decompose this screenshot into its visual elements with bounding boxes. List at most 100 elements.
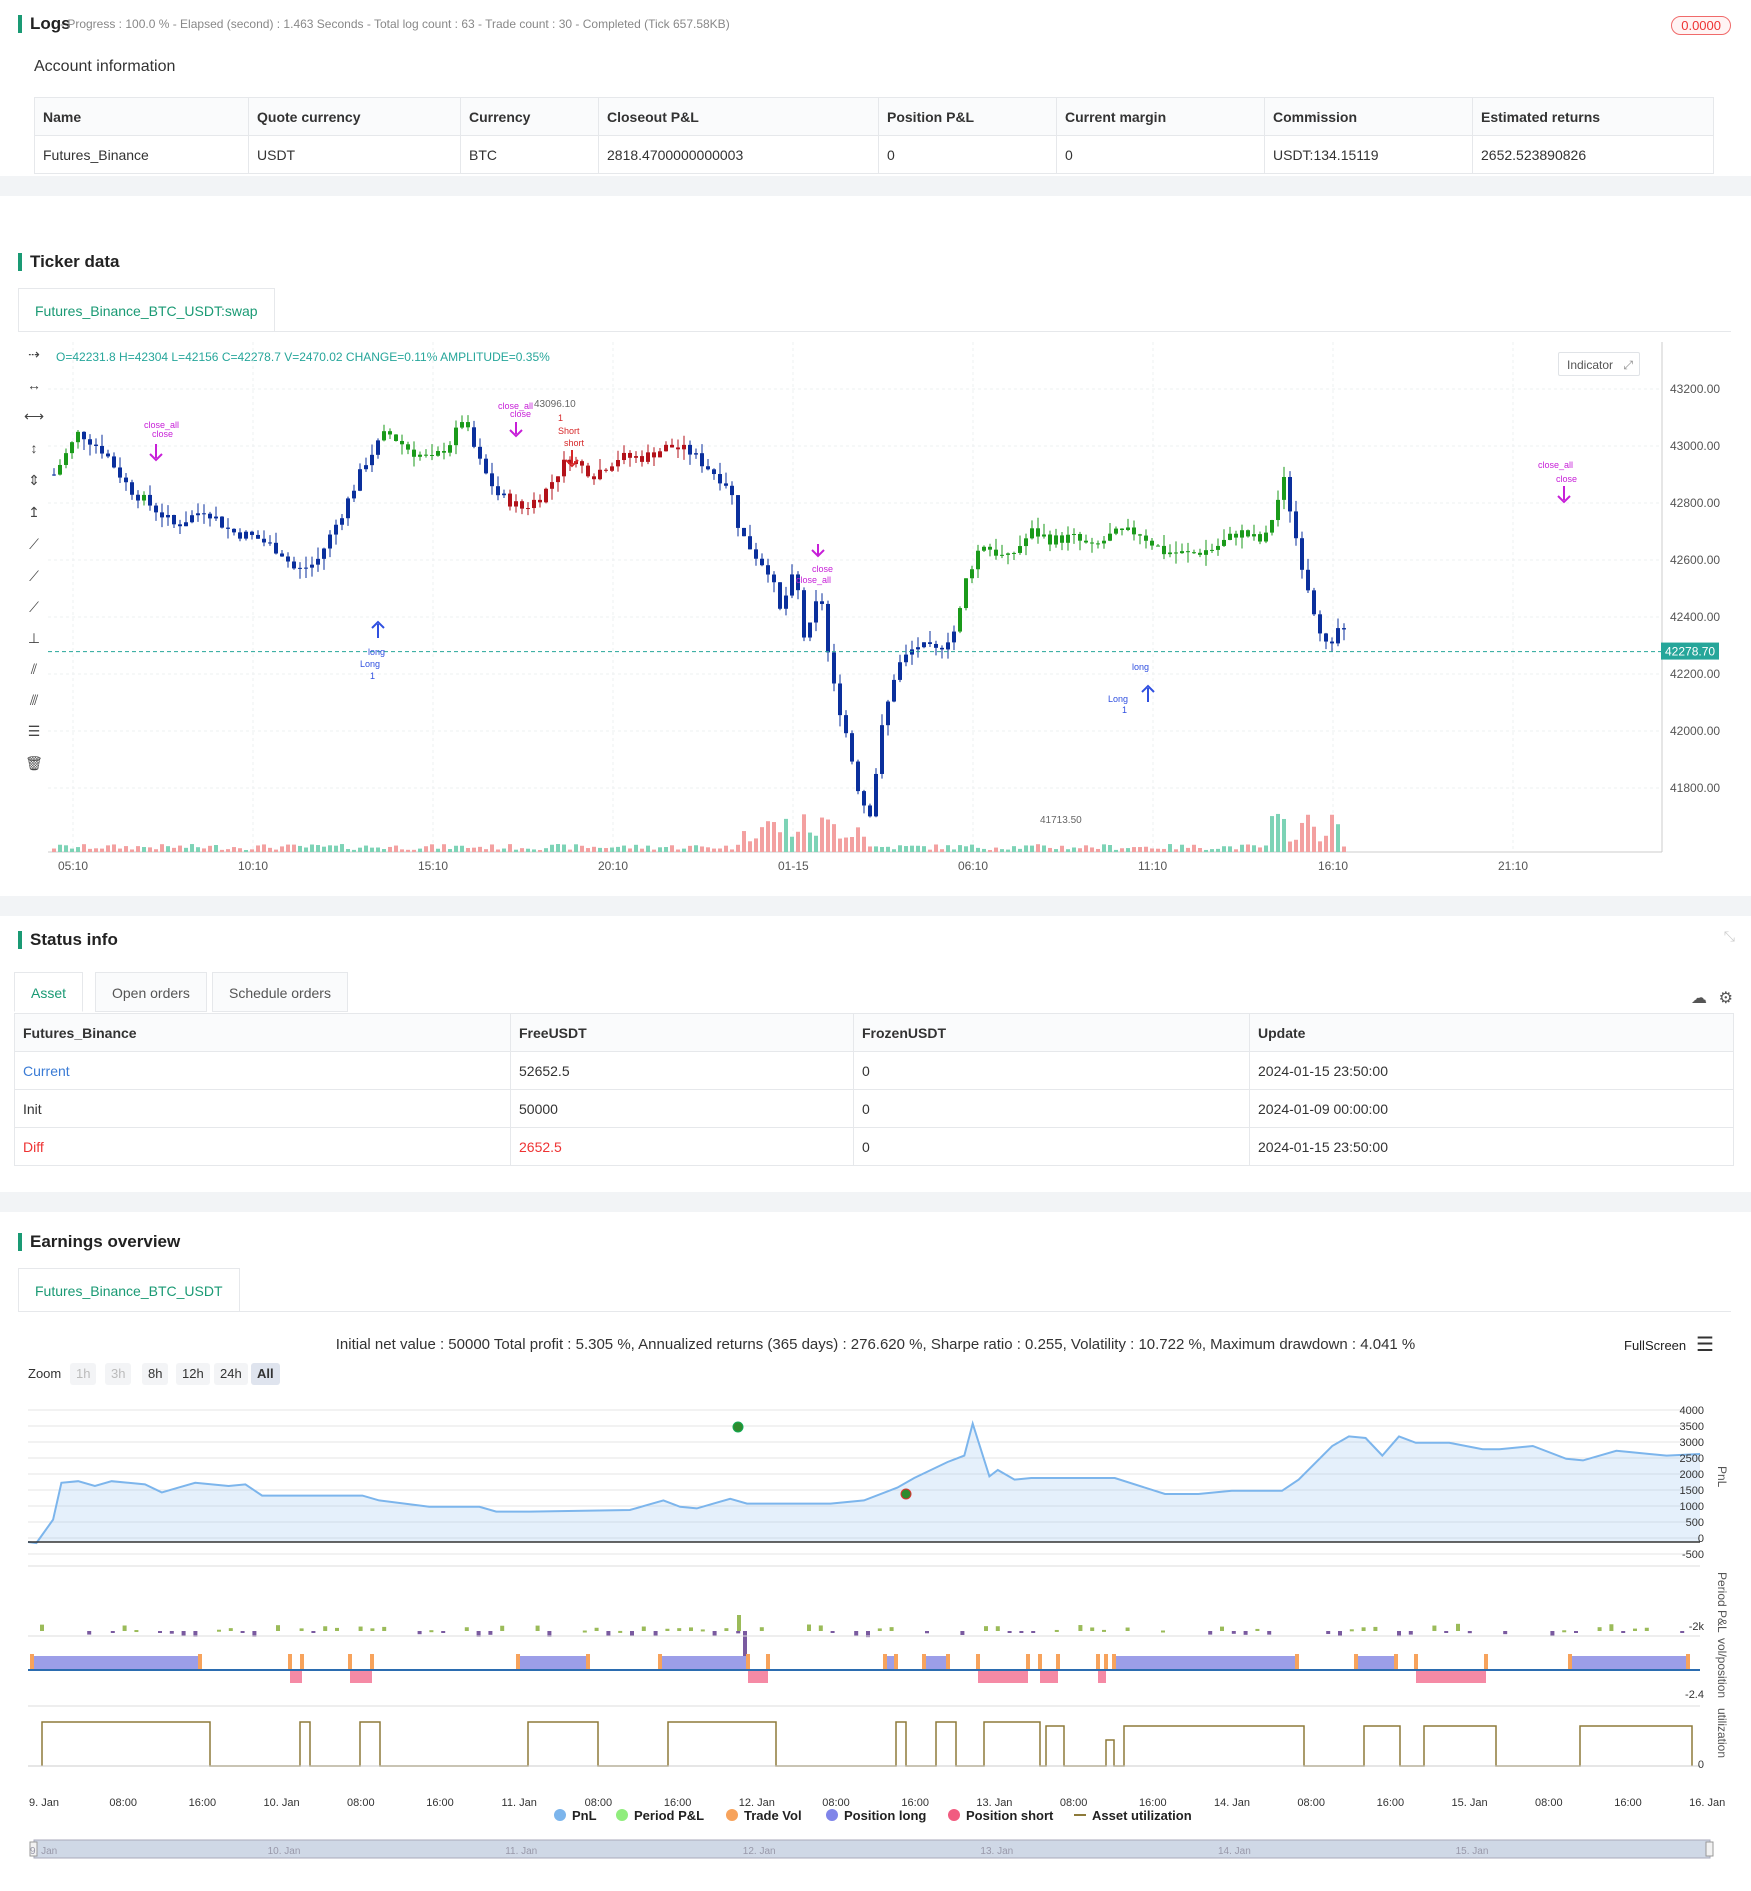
volume-bar bbox=[916, 845, 920, 852]
volume-bar bbox=[562, 844, 566, 852]
zoom-3h-button[interactable]: 3h bbox=[105, 1363, 132, 1385]
parallel-channel-icon[interactable]: ⫽ bbox=[22, 657, 46, 681]
tab-open-orders[interactable]: Open orders bbox=[95, 972, 207, 1012]
earnings-chart[interactable]: 4000 3500 3000 2500 2000 1500 1000 500 0… bbox=[0, 1396, 1751, 1866]
fib-retracement-icon[interactable]: ☰ bbox=[22, 719, 46, 743]
price-tick: 42600.00 bbox=[1670, 553, 1720, 567]
row-label-diff: Diff bbox=[14, 1127, 511, 1166]
candle-body bbox=[1300, 538, 1304, 570]
volume-bar bbox=[406, 849, 410, 852]
tab-earnings-symbol[interactable]: Futures_Binance_BTC_USDT bbox=[18, 1268, 240, 1312]
row-label-init: Init bbox=[14, 1089, 511, 1128]
period-bar bbox=[582, 1630, 587, 1633]
zoom-12h-button[interactable]: 12h bbox=[176, 1363, 210, 1385]
period-bar bbox=[1432, 1625, 1437, 1631]
tab-schedule-orders[interactable]: Schedule orders bbox=[212, 972, 348, 1012]
candle-body bbox=[892, 679, 896, 702]
price-tick: 41800.00 bbox=[1670, 781, 1720, 795]
download-icon[interactable]: ☁ bbox=[1691, 988, 1707, 1008]
legend-period-pnl[interactable]: Period P&L bbox=[616, 1808, 704, 1823]
period-bar bbox=[1467, 1631, 1472, 1634]
horizontal-ray-icon[interactable]: ⇢ bbox=[22, 342, 46, 366]
period-bar bbox=[276, 1625, 280, 1631]
volume-bar bbox=[958, 845, 962, 852]
util-tick: 0 bbox=[1698, 1759, 1704, 1771]
trend-line-icon[interactable]: ⟋ bbox=[22, 564, 46, 588]
segment-icon[interactable]: ⟋ bbox=[22, 595, 46, 619]
legend-position-short[interactable]: Position short bbox=[948, 1808, 1053, 1823]
candle-body bbox=[1036, 528, 1040, 537]
volume-bar bbox=[652, 849, 656, 852]
price-line-icon[interactable]: ⊥ bbox=[22, 626, 46, 650]
volume-bar bbox=[202, 848, 206, 852]
legend-pnl[interactable]: PnL bbox=[554, 1808, 597, 1823]
position-long-bar bbox=[660, 1656, 748, 1670]
menu-icon[interactable]: ☰ bbox=[1696, 1332, 1714, 1357]
period-bar bbox=[653, 1631, 658, 1637]
logs-panel: Logs - Progress : 100.0 % - Elapsed (sec… bbox=[0, 0, 1751, 176]
table-row: Init 50000 0 2024-01-09 00:00:00 bbox=[14, 1089, 1734, 1128]
period-bar bbox=[382, 1626, 387, 1631]
candle-body bbox=[1222, 539, 1226, 546]
account-header-row: Name Quote currency Currency Closeout P&… bbox=[34, 97, 1714, 136]
candle-body bbox=[970, 569, 974, 579]
fullscreen-button[interactable]: FullScreen bbox=[1624, 1338, 1686, 1353]
candle-body bbox=[658, 451, 662, 458]
volume-bar bbox=[484, 849, 488, 852]
volume-bar bbox=[412, 849, 416, 852]
zoom-1h-button[interactable]: 1h bbox=[70, 1363, 97, 1385]
volume-bar bbox=[1126, 848, 1130, 852]
volume-bar bbox=[334, 845, 338, 852]
legend-label: Period P&L bbox=[634, 1808, 705, 1823]
pnl-tick: 4000 bbox=[1680, 1405, 1704, 1417]
legend-trade-vol[interactable]: Trade Vol bbox=[726, 1808, 802, 1823]
candle-body bbox=[832, 652, 836, 684]
price-tick: 42800.00 bbox=[1670, 496, 1720, 510]
row-label-current[interactable]: Current bbox=[14, 1051, 511, 1090]
horizontal-segment-icon[interactable]: ⟷ bbox=[22, 404, 46, 428]
volume-bar bbox=[388, 846, 392, 852]
horizontal-line-icon[interactable]: ↔ bbox=[22, 373, 46, 397]
candle-body bbox=[514, 501, 518, 507]
ticker-tab-line bbox=[18, 331, 1731, 332]
close-panel-icon[interactable]: ⤡ bbox=[1724, 928, 1735, 945]
zoom-all-button[interactable]: All bbox=[251, 1363, 280, 1385]
legend-dot-icon bbox=[826, 1809, 838, 1821]
trade-vol-bar bbox=[658, 1654, 662, 1670]
legend-asset-utilization[interactable]: Asset utilization bbox=[1074, 1808, 1192, 1823]
candle-body bbox=[1282, 476, 1286, 500]
period-bar bbox=[464, 1627, 469, 1631]
candle-body bbox=[742, 527, 746, 537]
zoom-8h-button[interactable]: 8h bbox=[142, 1363, 169, 1385]
volume-bar bbox=[118, 848, 122, 852]
legend-position-long[interactable]: Position long bbox=[826, 1808, 926, 1823]
fib-fan-icon[interactable]: ⫻ bbox=[22, 688, 46, 712]
vertical-segment-icon[interactable]: ↥ bbox=[22, 500, 46, 524]
ray-icon[interactable]: ⟋ bbox=[22, 532, 46, 556]
candle-body bbox=[952, 631, 956, 643]
candle-body bbox=[1192, 552, 1196, 554]
volume-bar bbox=[376, 847, 380, 852]
volume-bar bbox=[448, 849, 452, 852]
time-tick: 15. Jan bbox=[1452, 1797, 1488, 1809]
volume-bar bbox=[1270, 816, 1274, 852]
tab-ticker-symbol[interactable]: Futures_Binance_BTC_USDT:swap bbox=[18, 288, 275, 332]
vertical-line-icon[interactable]: ⇕ bbox=[22, 468, 46, 492]
position-short-bar bbox=[290, 1670, 302, 1683]
candle-body bbox=[442, 451, 446, 453]
tab-asset[interactable]: Asset bbox=[14, 972, 84, 1012]
gear-icon[interactable]: ⚙ bbox=[1719, 988, 1733, 1008]
volume-bar bbox=[184, 847, 188, 852]
volume-bar bbox=[790, 836, 794, 852]
candle-body bbox=[190, 515, 194, 523]
zoom-24h-button[interactable]: 24h bbox=[214, 1363, 248, 1385]
vertical-ray-icon[interactable]: ↕ bbox=[22, 436, 46, 460]
candlestick-chart[interactable]: 43200.00 43000.00 42800.00 42600.00 4240… bbox=[48, 342, 1748, 882]
time-tick: 16:00 bbox=[426, 1797, 454, 1809]
volume-bar bbox=[1246, 844, 1250, 852]
navigator-right-handle[interactable] bbox=[1705, 1841, 1714, 1857]
volume-bar bbox=[538, 849, 542, 852]
delete-icon[interactable]: 🗑 bbox=[22, 751, 46, 775]
candle-body bbox=[1276, 499, 1280, 521]
candle-body bbox=[580, 461, 584, 466]
